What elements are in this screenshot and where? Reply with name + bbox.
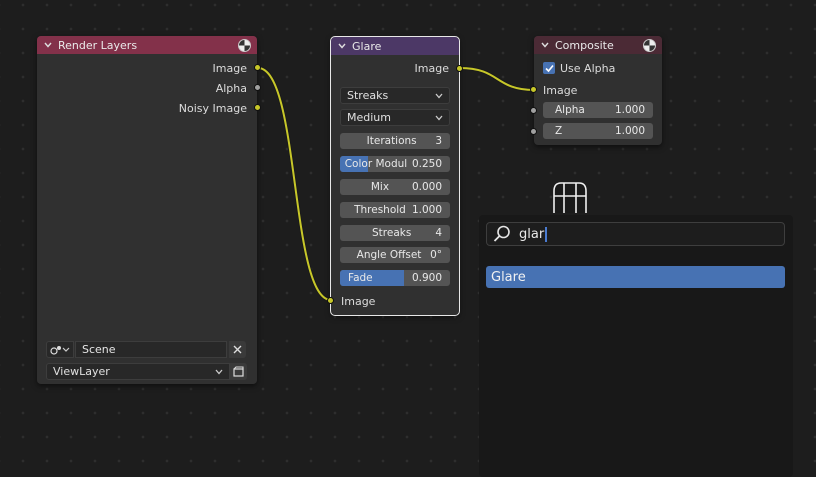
chevron-down-icon: [435, 93, 443, 98]
field-value: 0°: [430, 249, 442, 261]
search-input[interactable]: glar: [486, 222, 785, 246]
glare-node[interactable]: Glare Image Streaks Medium Iterations 3 …: [330, 36, 460, 316]
composite-image-input-socket[interactable]: [530, 86, 537, 93]
use-alpha-checkbox-row[interactable]: Use Alpha: [543, 60, 615, 76]
angle-offset-field[interactable]: Angle Offset 0°: [340, 247, 450, 263]
collapse-chevron-icon[interactable]: [540, 40, 550, 50]
glare-type-dropdown[interactable]: Streaks: [340, 87, 450, 104]
add-node-search-panel[interactable]: glar Glare: [479, 215, 793, 477]
streaks-field[interactable]: Streaks 4: [340, 225, 450, 241]
text-cursor: [545, 226, 548, 242]
output-noisy-image-label: Noisy Image: [178, 101, 247, 115]
search-result-glare[interactable]: Glare: [486, 266, 785, 288]
render-layers-header[interactable]: Render Layers: [37, 36, 257, 54]
search-query: glar: [519, 226, 545, 242]
clear-scene-button[interactable]: [229, 341, 246, 358]
cursor-grab-icon: [553, 182, 587, 213]
composite-input-label: Image: [543, 83, 578, 97]
checkmark-icon: [544, 64, 554, 72]
render-noisy-image-output-socket[interactable]: [254, 104, 261, 111]
field-label: Fade: [348, 272, 373, 284]
render-alpha-output-socket[interactable]: [254, 84, 261, 91]
view-layer-value: ViewLayer: [53, 365, 110, 378]
glare-input-label: Image: [341, 294, 376, 308]
threshold-field[interactable]: Threshold 1.000: [340, 202, 450, 218]
z-field[interactable]: Z 1.000: [543, 123, 653, 139]
glare-output-label: Image: [414, 61, 449, 75]
scene-selector-icon[interactable]: [46, 341, 74, 358]
clapperboard-icon: [233, 366, 244, 377]
composite-z-input-socket[interactable]: [530, 128, 537, 135]
search-result-label: Glare: [491, 269, 526, 285]
field-label: Streaks: [371, 227, 412, 239]
field-label: Iterations: [366, 135, 417, 147]
glare-header[interactable]: Glare: [331, 37, 459, 55]
render-view-layer-button[interactable]: [230, 363, 247, 380]
iterations-field[interactable]: Iterations 3: [340, 133, 450, 149]
field-label: Mix: [370, 181, 390, 193]
render-layers-node[interactable]: Render Layers Image Alpha Noisy Image Sc…: [37, 36, 257, 384]
render-image-output-socket[interactable]: [254, 64, 261, 71]
field-label: Alpha: [555, 104, 585, 116]
field-value: 1.000: [411, 204, 442, 216]
preview-sphere-icon[interactable]: [238, 38, 251, 52]
chevron-down-icon: [215, 369, 223, 374]
output-image-label: Image: [212, 61, 247, 75]
field-value: 1.000: [614, 104, 645, 116]
field-label: Z: [555, 125, 563, 137]
collapse-chevron-icon[interactable]: [337, 41, 347, 51]
field-label: Angle Offset: [356, 249, 422, 261]
node-title: Render Layers: [58, 38, 138, 52]
search-icon: [493, 225, 510, 242]
use-alpha-checkbox[interactable]: [543, 62, 555, 74]
color-modulation-slider[interactable]: Color Modul 0.250: [340, 156, 450, 172]
glare-type-value: Streaks: [347, 89, 389, 102]
scene-name: Scene: [82, 343, 116, 356]
collapse-chevron-icon[interactable]: [43, 40, 53, 50]
node-title: Glare: [352, 39, 382, 53]
node-title: Composite: [555, 38, 614, 52]
field-value: 0.250: [411, 158, 442, 170]
composite-header[interactable]: Composite: [534, 36, 662, 54]
mix-slider[interactable]: Mix 0.000: [340, 179, 450, 195]
field-value: 0.900: [411, 272, 442, 284]
fade-slider[interactable]: Fade 0.900: [340, 270, 450, 286]
alpha-field[interactable]: Alpha 1.000: [543, 102, 653, 118]
composite-node[interactable]: Composite Use Alpha Image Alpha 1.000 Z …: [534, 36, 662, 145]
output-alpha-label: Alpha: [215, 81, 247, 95]
field-value: 0.000: [411, 181, 442, 193]
view-layer-dropdown[interactable]: ViewLayer: [46, 363, 230, 380]
use-alpha-label: Use Alpha: [560, 61, 616, 75]
chevron-down-icon: [435, 115, 443, 120]
preview-sphere-icon[interactable]: [643, 38, 656, 52]
glare-quality-value: Medium: [347, 111, 391, 124]
field-value: 1.000: [614, 125, 645, 137]
field-value: 4: [435, 227, 442, 239]
field-label: Color Modul: [344, 158, 408, 170]
composite-alpha-input-socket[interactable]: [530, 107, 537, 114]
field-value: 3: [435, 135, 442, 147]
scene-name-field[interactable]: Scene: [75, 341, 227, 358]
glare-quality-dropdown[interactable]: Medium: [340, 109, 450, 126]
glare-image-input-socket[interactable]: [327, 297, 334, 304]
field-label: Threshold: [354, 204, 406, 216]
glare-image-output-socket[interactable]: [456, 65, 463, 72]
close-icon: [233, 345, 242, 354]
